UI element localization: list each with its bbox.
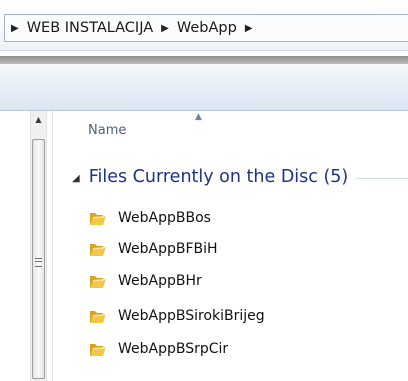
column-header-label: Name xyxy=(88,123,127,138)
grip-icon xyxy=(35,258,42,267)
file-name: WebAppBBos xyxy=(118,210,211,226)
folder-icon xyxy=(90,213,106,225)
breadcrumb: ▶ WEB INSTALACIJA ▶ WebApp ▶ xyxy=(11,16,257,40)
sort-ascending-icon: ▲ xyxy=(195,112,202,122)
navigation-scrollbar[interactable]: ▲ xyxy=(30,111,47,381)
list-item[interactable]: WebAppBFBiH xyxy=(88,236,398,262)
breadcrumb-item-webapp[interactable]: WebApp xyxy=(173,20,241,36)
address-bar: ▶ WEB INSTALACIJA ▶ WebApp ▶ xyxy=(0,0,408,51)
group-divider xyxy=(356,178,408,179)
list-item[interactable]: WebAppBSirokiBrijeg xyxy=(88,303,398,329)
folder-icon xyxy=(90,344,106,356)
breadcrumb-separator-icon[interactable]: ▶ xyxy=(157,23,173,34)
pane-divider[interactable] xyxy=(52,111,53,381)
collapse-triangle-icon[interactable]: ◢ xyxy=(72,173,80,184)
file-name: WebAppBHr xyxy=(118,273,202,289)
file-name: WebAppBSirokiBrijeg xyxy=(118,308,265,324)
breadcrumb-item-web-instalacija[interactable]: WEB INSTALACIJA xyxy=(23,20,157,36)
column-header-name[interactable]: Name ▲ xyxy=(80,112,408,146)
file-name: WebAppBSrpCir xyxy=(118,341,229,357)
scroll-thumb[interactable] xyxy=(32,139,45,379)
folder-icon xyxy=(90,244,106,256)
group-label: Files Currently on the Disc (5) xyxy=(88,167,349,187)
group-header[interactable]: ◢ Files Currently on the Disc (5) xyxy=(72,165,408,189)
toolbar xyxy=(0,64,408,111)
list-item[interactable]: WebAppBHr xyxy=(88,268,398,294)
folder-icon xyxy=(90,311,106,323)
scroll-up-arrow-icon[interactable]: ▲ xyxy=(31,111,46,128)
list-item[interactable]: WebAppBSrpCir xyxy=(88,336,398,362)
folder-icon xyxy=(90,276,106,288)
separator-band xyxy=(0,56,408,64)
list-item[interactable]: WebAppBBos xyxy=(88,205,398,231)
file-name: WebAppBFBiH xyxy=(118,241,218,257)
breadcrumb-separator-icon[interactable]: ▶ xyxy=(11,23,23,34)
breadcrumb-separator-icon[interactable]: ▶ xyxy=(241,23,257,34)
